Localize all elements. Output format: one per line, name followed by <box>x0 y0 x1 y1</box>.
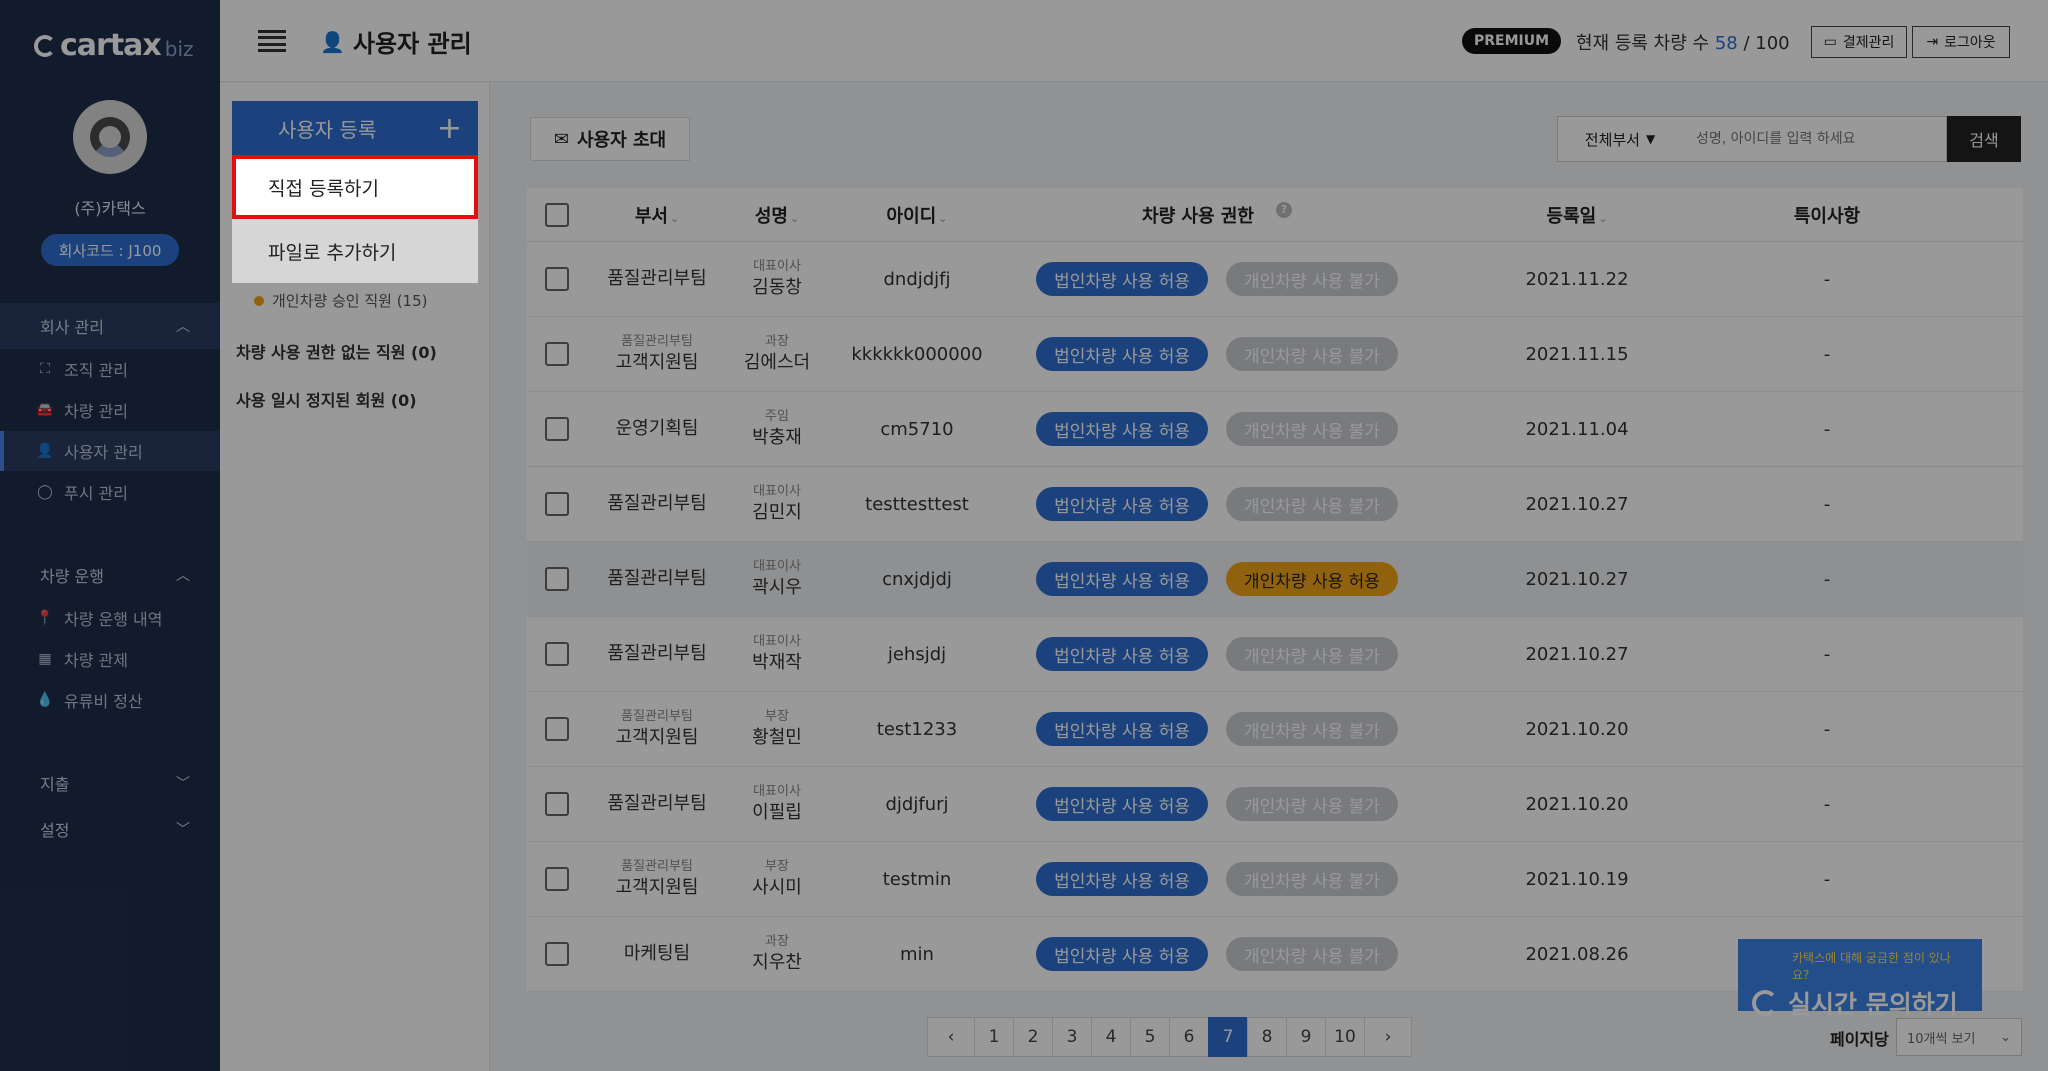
dim-overlay-main <box>220 0 2048 1071</box>
register-dropdown: 직접 등록하기 파일로 추가하기 <box>232 155 478 283</box>
register-manually-option[interactable]: 직접 등록하기 <box>232 155 478 219</box>
register-by-file-option[interactable]: 파일로 추가하기 <box>232 219 478 283</box>
dim-overlay-sidebar <box>0 0 220 1071</box>
